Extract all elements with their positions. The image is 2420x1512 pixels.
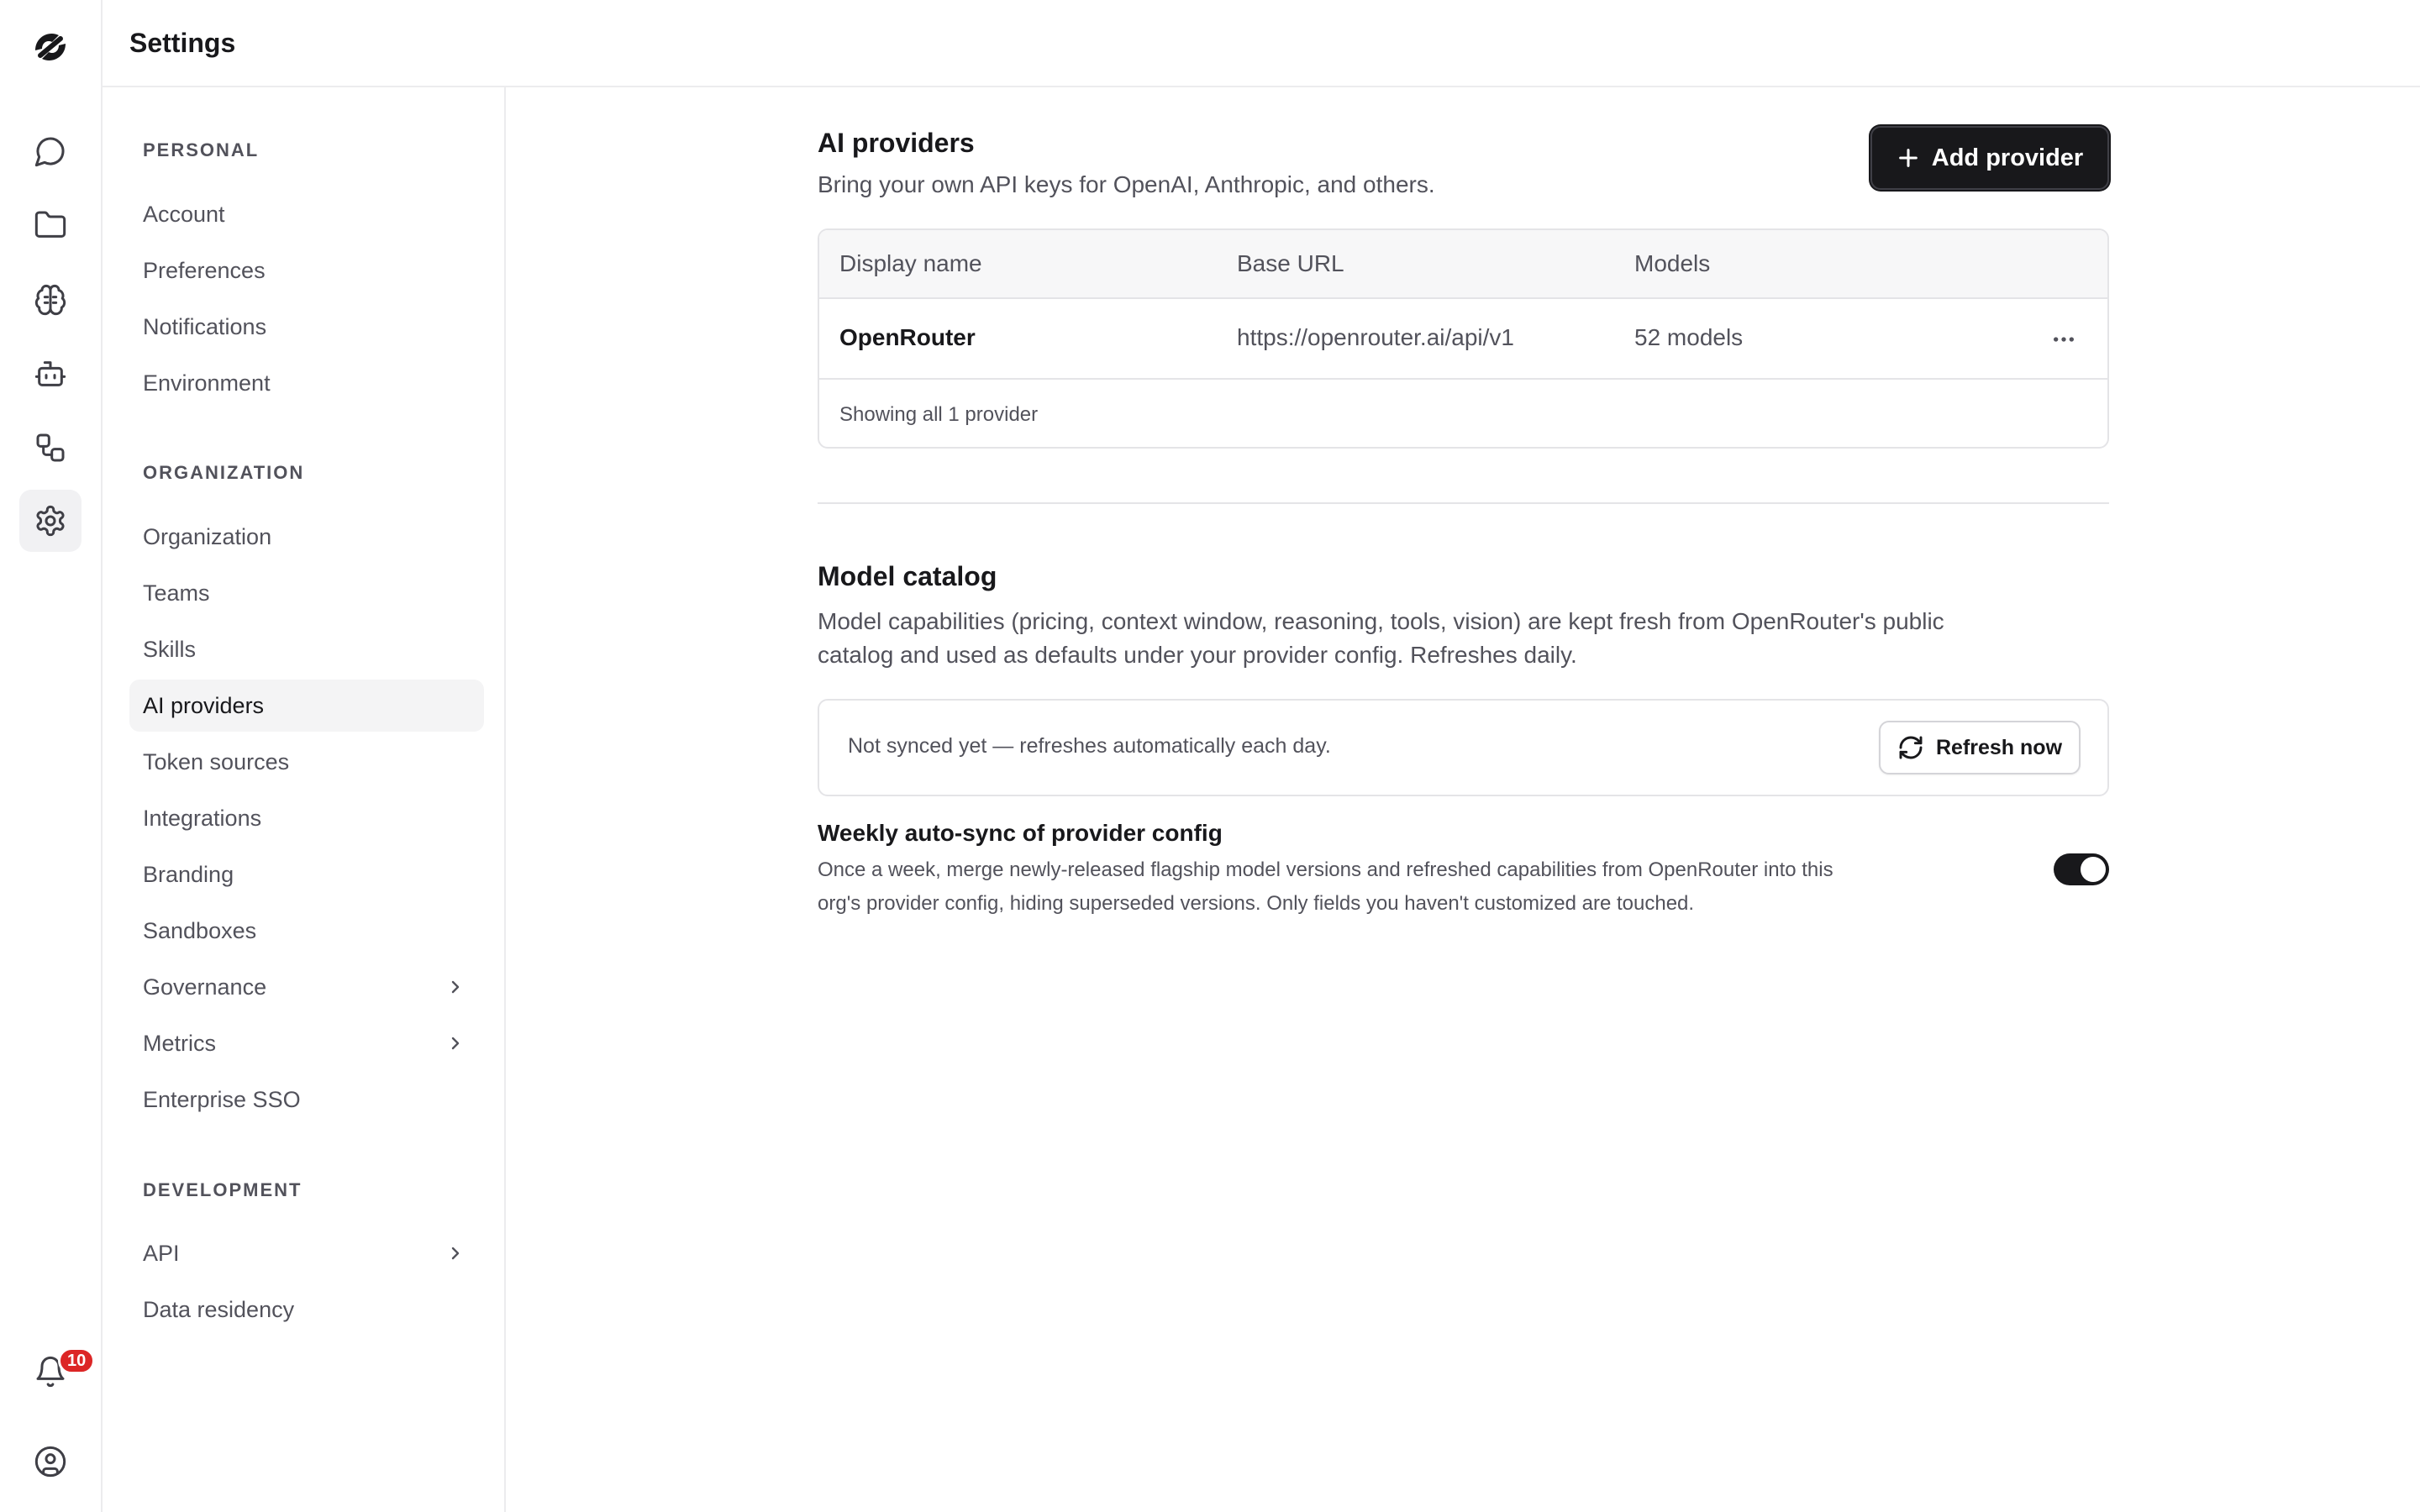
column-header-models[interactable]: Models — [1634, 250, 1710, 277]
refresh-now-label: Refresh now — [1935, 735, 2063, 759]
table-row[interactable]: OpenRouter https://openrouter.ai/api/v1 … — [819, 299, 2107, 380]
row-actions-button[interactable] — [2047, 323, 2081, 356]
catalog-description-line2: catalog and used as defaults under your … — [818, 642, 1577, 668]
chevron-right-icon — [451, 980, 460, 994]
sidebar-item-sandboxes[interactable]: Sandboxes — [129, 905, 484, 957]
sync-status: Not synced yet — refreshes automatically… — [848, 734, 1331, 758]
rail-chat[interactable] — [19, 120, 82, 182]
auto-sync-description-line1: Once a week, merge newly-released flagsh… — [818, 858, 1833, 881]
sidebar-item-ai-providers[interactable]: AI providers — [129, 680, 484, 732]
more-horizontal-icon — [2054, 337, 2074, 342]
provider-name: OpenRouter — [839, 324, 976, 350]
rail-projects[interactable] — [19, 194, 82, 256]
rail-profile[interactable] — [19, 1431, 82, 1493]
auto-sync-title: Weekly auto-sync of provider config — [818, 820, 1223, 846]
chat-icon — [34, 137, 65, 167]
auto-sync-toggle[interactable] — [2054, 853, 2109, 885]
provider-models: 52 models — [1634, 324, 1744, 350]
sidebar-item-branding[interactable]: Branding — [129, 848, 484, 900]
sidebar-item-label: Governance — [143, 974, 267, 1000]
page-title: Settings — [129, 27, 236, 58]
sidebar-item-notifications[interactable]: Notifications — [129, 301, 484, 353]
bot-icon — [34, 361, 66, 386]
rail-knowledge[interactable] — [19, 269, 82, 331]
providers-subtitle: Bring your own API keys for OpenAI, Anth… — [818, 171, 1435, 197]
sidebar-item-governance[interactable]: Governance — [129, 961, 484, 1013]
folder-icon — [34, 211, 66, 238]
providers-title: AI providers — [818, 128, 975, 158]
auto-sync-description: Once a week, merge newly-released flagsh… — [818, 853, 1935, 921]
add-provider-label: Add provider — [1931, 144, 2084, 171]
refresh-now-button[interactable]: Refresh now — [1879, 721, 2081, 774]
sidebar-item-environment[interactable]: Environment — [129, 357, 484, 409]
sidebar-item-data-residency[interactable]: Data residency — [129, 1284, 484, 1336]
add-provider-button[interactable]: Add provider — [1870, 126, 2109, 190]
table-header: Display name Base URL Models — [819, 230, 2107, 299]
section-title-organization: ORGANIZATION — [143, 462, 305, 483]
notification-badge: 10 — [58, 1347, 96, 1374]
sidebar-item-account[interactable]: Account — [129, 188, 484, 240]
top-header: Settings — [103, 0, 2420, 87]
brain-icon — [34, 284, 66, 316]
sidebar-item-preferences[interactable]: Preferences — [129, 244, 484, 297]
section-title-personal: PERSONAL — [143, 139, 260, 160]
settings-sidebar: PERSONAL Account Preferences Notificatio… — [103, 87, 506, 1512]
auto-sync-description-line2: org's provider config, hiding superseded… — [818, 892, 1695, 915]
gear-icon — [36, 505, 65, 537]
column-header-base-url[interactable]: Base URL — [1237, 250, 1344, 277]
icon-rail: 10 — [0, 0, 103, 1512]
catalog-sync-panel: Not synced yet — refreshes automatically… — [818, 699, 2109, 796]
sidebar-item-enterprise-sso[interactable]: Enterprise SSO — [129, 1074, 484, 1126]
rail-agents[interactable] — [19, 343, 82, 405]
chevron-right-icon — [451, 1037, 460, 1050]
sidebar-item-organization[interactable]: Organization — [129, 511, 484, 563]
table-footer: Showing all 1 provider — [839, 403, 1039, 426]
sidebar-item-teams[interactable]: Teams — [129, 567, 484, 619]
sidebar-item-api[interactable]: API — [129, 1227, 484, 1279]
rail-workflows[interactable] — [19, 417, 82, 479]
toggle-knob — [2081, 857, 2106, 882]
brand-logo[interactable] — [29, 25, 72, 69]
catalog-title: Model catalog — [818, 561, 997, 591]
workflow-icon — [36, 433, 65, 462]
rail-settings[interactable] — [19, 490, 82, 552]
sidebar-item-skills[interactable]: Skills — [129, 623, 484, 675]
sidebar-item-label: Metrics — [143, 1030, 216, 1056]
refresh-icon — [1899, 736, 1923, 759]
sidebar-item-metrics[interactable]: Metrics — [129, 1017, 484, 1069]
column-header-display-name[interactable]: Display name — [839, 250, 982, 277]
rail-notifications[interactable]: 10 — [19, 1341, 96, 1403]
sidebar-item-label: API — [143, 1240, 180, 1266]
catalog-description-line1: Model capabilities (pricing, context win… — [818, 608, 1944, 634]
chevron-right-icon — [451, 1247, 460, 1260]
user-circle-icon — [34, 1446, 66, 1478]
plus-icon — [1898, 149, 1918, 167]
section-divider — [818, 502, 2109, 504]
sidebar-item-integrations[interactable]: Integrations — [129, 792, 484, 844]
providers-table: Display name Base URL Models OpenRouter … — [818, 228, 2109, 449]
section-title-development: DEVELOPMENT — [143, 1179, 302, 1200]
sidebar-item-token-sources[interactable]: Token sources — [129, 736, 484, 788]
provider-base-url: https://openrouter.ai/api/v1 — [1237, 324, 1514, 350]
